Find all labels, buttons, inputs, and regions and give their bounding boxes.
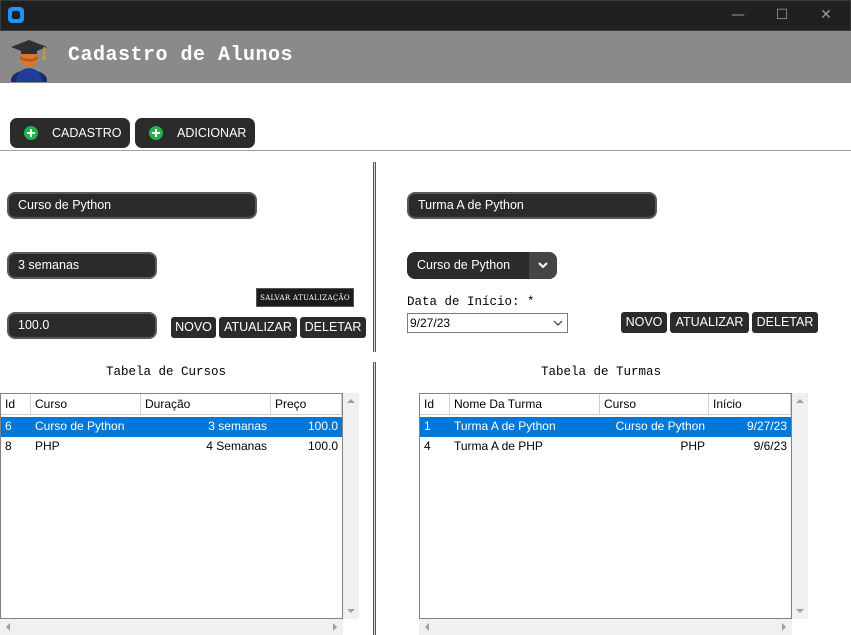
curso-deletar-button[interactable]: DELETAR [300,317,366,338]
cell-curso: PHP [35,439,60,453]
cursos-table: Id Curso Duração Preço 6 Curso de Python… [0,393,343,619]
turmas-table: Id Nome Da Turma Curso Início 1 Turma A … [419,393,792,619]
minimize-button[interactable]: — [716,4,760,26]
cursos-table-title: Tabela de Cursos [106,365,227,379]
scroll-left-icon[interactable] [419,619,435,635]
plus-icon [24,126,38,140]
scroll-down-icon[interactable] [343,603,359,619]
cell-nome-turma: Turma A de PHP [454,439,543,453]
table-header: Id Nome Da Turma Curso Início [420,394,791,415]
divider [0,150,851,151]
cell-id: 4 [424,439,431,453]
cell-inicio: 9/6/23 [753,439,787,453]
cadastro-button-label: CADASTRO [52,126,122,140]
column-header-inicio[interactable]: Início [709,394,791,415]
turma-nome-input[interactable]: Turma A de Python [407,192,657,219]
cell-curso: Curso de Python [615,419,705,433]
vertical-separator [373,362,376,635]
graduate-student-icon [8,36,50,90]
table-header: Id Curso Duração Preço [1,394,342,415]
scroll-left-icon[interactable] [0,619,16,635]
close-button[interactable]: ✕ [804,4,848,26]
column-header-curso[interactable]: Curso [600,394,709,415]
cell-nome-turma: Turma A de Python [454,419,556,433]
salvar-atualizacao-button[interactable]: SALVAR ATUALIZAÇÃO [256,288,354,307]
column-header-curso[interactable]: Curso [31,394,141,415]
turma-deletar-button[interactable]: DELETAR [752,312,818,333]
plus-icon [149,126,163,140]
turma-atualizar-button[interactable]: ATUALIZAR [670,312,749,333]
curso-atualizar-button[interactable]: ATUALIZAR [219,317,297,338]
table-row[interactable]: 4 Turma A de PHP PHP 9/6/23 [420,437,791,457]
column-header-duracao[interactable]: Duração [141,394,271,415]
table-row[interactable]: 1 Turma A de Python Curso de Python 9/27… [420,417,791,437]
chevron-down-icon[interactable] [529,252,557,279]
scroll-right-icon[interactable] [327,619,343,635]
turma-curso-select[interactable]: Curso de Python [407,252,557,279]
adicionar-button-label: ADICIONAR [177,126,247,140]
cell-id: 8 [5,439,12,453]
cell-curso: Curso de Python [35,419,125,433]
curso-preco-input[interactable]: 100.0 [7,312,157,339]
data-inicio-label: Data de Início: * [407,295,535,309]
scroll-down-icon[interactable] [792,603,808,619]
page-title: Cadastro de Alunos [68,44,294,67]
turmas-table-title: Tabela de Turmas [541,365,662,379]
cell-curso: PHP [680,439,705,453]
cursos-horizontal-scrollbar[interactable] [0,619,343,635]
column-header-preco[interactable]: Preço [271,394,342,415]
cell-id: 6 [5,419,12,433]
turmas-horizontal-scrollbar[interactable] [419,619,792,635]
chevron-down-icon[interactable] [553,320,563,326]
maximize-button[interactable]: ☐ [760,4,804,26]
data-inicio-value: 9/27/23 [410,316,451,330]
cursos-vertical-scrollbar[interactable] [343,393,359,619]
cell-duracao: 4 Semanas [206,439,267,453]
cell-id: 1 [424,419,431,433]
cadastro-button[interactable]: CADASTRO [10,118,130,148]
turma-novo-button[interactable]: NOVO [621,312,667,333]
column-header-nome-turma[interactable]: Nome Da Turma [450,394,600,415]
table-row[interactable]: 8 PHP 4 Semanas 100.0 [1,437,342,457]
scroll-up-icon[interactable] [792,393,808,409]
turma-curso-selected: Curso de Python [417,258,511,272]
turmas-vertical-scrollbar[interactable] [792,393,808,619]
adicionar-button[interactable]: ADICIONAR [135,118,255,148]
column-header-id[interactable]: Id [420,394,450,415]
column-header-id[interactable]: Id [1,394,31,415]
curso-nome-input[interactable]: Curso de Python [7,192,257,219]
cell-duracao: 3 semanas [208,419,267,433]
table-row[interactable]: 6 Curso de Python 3 semanas 100.0 [1,417,342,437]
vertical-separator [373,162,376,352]
scroll-right-icon[interactable] [776,619,792,635]
app-icon [8,7,24,23]
cell-inicio: 9/27/23 [746,419,787,433]
scroll-up-icon[interactable] [343,393,359,409]
cell-preco: 100.0 [307,419,338,433]
data-inicio-picker[interactable]: 9/27/23 [407,313,568,333]
curso-duracao-input[interactable]: 3 semanas [7,252,157,279]
curso-novo-button[interactable]: NOVO [171,317,216,338]
cell-preco: 100.0 [307,439,338,453]
